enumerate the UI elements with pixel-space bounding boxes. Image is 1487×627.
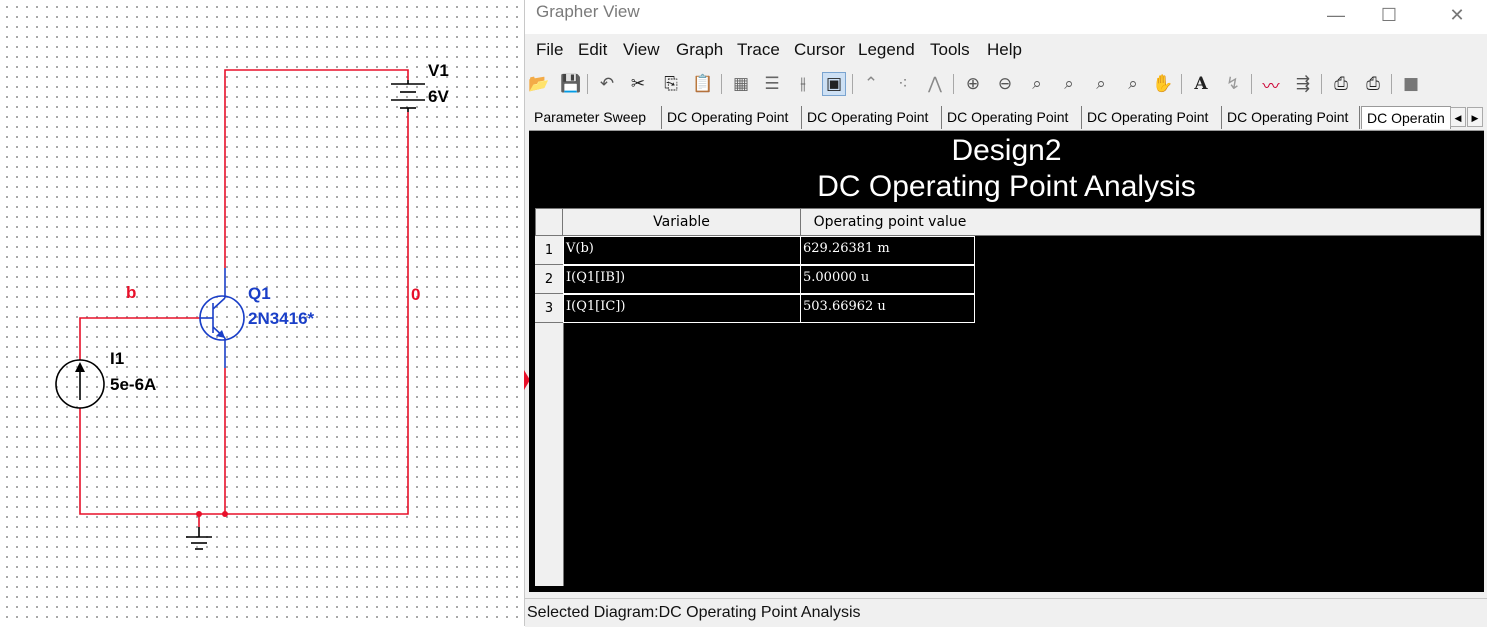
tab-dc-operating-point-2[interactable]: DC Operating Point <box>802 106 942 129</box>
row-header-column: 1 2 3 <box>535 236 564 586</box>
print-preview-icon[interactable]: ⎙ <box>1361 72 1385 96</box>
transistor-name: Q1 <box>248 284 271 303</box>
menu-legend[interactable]: Legend <box>858 40 915 60</box>
tab-dc-operating-point-4[interactable]: DC Operating Point <box>1082 106 1222 129</box>
source-name: I1 <box>110 349 125 368</box>
table-cell-value[interactable]: 5.00000 u <box>800 265 975 294</box>
title-bar[interactable]: Grapher View — ☐ ✕ <box>525 0 1487 34</box>
grapher-window: Grapher View — ☐ ✕ File Edit View Graph … <box>524 0 1487 627</box>
export-icon[interactable]: ⇶ <box>1291 72 1315 96</box>
battery-name: V1 <box>428 61 449 80</box>
row-number[interactable]: 1 <box>535 236 563 265</box>
maximize-button[interactable]: ☐ <box>1366 0 1412 30</box>
copy-icon[interactable]: ⎘ <box>659 72 683 96</box>
diagram-title: Design2 <box>951 134 1062 167</box>
print-icon[interactable]: ⎙ <box>1329 72 1353 96</box>
text-icon[interactable]: A <box>1189 72 1213 96</box>
cursor-icon[interactable]: ⫲ <box>791 72 815 96</box>
column-header-empty <box>979 208 1481 236</box>
zoom-x-icon[interactable]: ⌕ <box>1057 72 1081 96</box>
diagram-panel[interactable]: Design2 DC Operating Point Analysis Vari… <box>529 131 1484 592</box>
net-label-base: b <box>126 283 137 302</box>
label-icon[interactable]: ↯ <box>1221 72 1245 96</box>
menu-cursor[interactable]: Cursor <box>794 40 845 60</box>
wire-collector-top <box>224 69 409 268</box>
junction-dot <box>222 511 228 517</box>
status-text: Selected Diagram:DC Operating Point Anal… <box>527 604 861 621</box>
zoom-out-icon[interactable]: ⊖ <box>993 72 1017 96</box>
legend-icon[interactable]: ☰ <box>760 72 784 96</box>
grid-icon[interactable]: ▦ <box>729 72 753 96</box>
scatter-icon[interactable]: ⁖ <box>891 72 915 96</box>
tab-dc-operating-point-1[interactable]: DC Operating Point <box>662 106 802 129</box>
menu-edit[interactable]: Edit <box>578 40 607 60</box>
table-cell-value[interactable]: 629.26381 m <box>800 236 975 265</box>
battery-symbol <box>391 80 425 112</box>
line-icon[interactable]: ⌃ <box>859 72 883 96</box>
table-cell-variable[interactable]: V(b) <box>563 236 801 265</box>
cut-icon[interactable]: ✂ <box>626 72 650 96</box>
menu-help[interactable]: Help <box>987 40 1022 60</box>
toolbar: 📂 💾 ↶ ✂ ⎘ 📋 ▦ ☰ ⫲ ▣ ⌃ ⁖ ⋀ ⊕ ⊖ ⌕ ⌕ ⌕ ⌕ ✋ … <box>525 70 1487 98</box>
menu-graph[interactable]: Graph <box>676 40 723 60</box>
menu-trace[interactable]: Trace <box>737 40 780 60</box>
tab-dc-operating-point-5[interactable]: DC Operating Point <box>1222 106 1360 129</box>
current-arrow <box>75 362 85 372</box>
battery-value: 6V <box>428 87 449 106</box>
tab-scroll-right-icon[interactable]: ▶ <box>1467 107 1483 127</box>
tab-dc-operating-point-3[interactable]: DC Operating Point <box>942 106 1082 129</box>
close-button[interactable]: ✕ <box>1434 0 1480 30</box>
table-cell-variable[interactable]: I(Q1[IC]) <box>563 294 801 323</box>
column-header-value[interactable]: Operating point value <box>800 208 980 236</box>
zoom-area-icon[interactable]: ⌕ <box>1121 72 1145 96</box>
zoom-in-icon[interactable]: ⊕ <box>961 72 985 96</box>
menu-bar: File Edit View Graph Trace Cursor Legend… <box>525 37 1487 63</box>
source-value: 5e-6A <box>110 375 157 394</box>
menu-file[interactable]: File <box>536 40 563 60</box>
table-corner[interactable] <box>535 208 563 236</box>
transistor-model: 2N3416* <box>248 309 315 328</box>
wire-base <box>79 317 200 360</box>
paste-icon[interactable]: 📋 <box>691 72 715 96</box>
schematic-canvas[interactable]: V1 6V b 0 Q1 2N3416* I1 5e-6A <box>0 0 524 626</box>
overlay-icon[interactable]: ▣ <box>822 72 846 96</box>
table-cell-value[interactable]: 503.66962 u <box>800 294 975 323</box>
results-table[interactable]: Variable Operating point value 1 2 3 V(b… <box>535 208 1481 586</box>
pan-icon[interactable]: ✋ <box>1151 72 1175 96</box>
tab-scroll-left-icon[interactable]: ◀ <box>1450 107 1466 127</box>
row-number[interactable]: 3 <box>535 294 563 323</box>
column-header-variable[interactable]: Variable <box>562 208 801 236</box>
junction-dot <box>196 511 202 517</box>
diagram-subtitle: DC Operating Point Analysis <box>817 170 1196 203</box>
minimize-button[interactable]: — <box>1313 0 1359 30</box>
table-cell-variable[interactable]: I(Q1[IB]) <box>563 265 801 294</box>
line-points-icon[interactable]: ⋀ <box>923 72 947 96</box>
window-title: Grapher View <box>536 2 640 21</box>
tab-strip: Parameter Sweep DC Operating Point DC Op… <box>529 106 1484 131</box>
menu-tools[interactable]: Tools <box>930 40 970 60</box>
save-icon[interactable]: 💾 <box>559 72 583 96</box>
transistor-symbol <box>199 268 245 368</box>
trace-icon[interactable]: 〰 <box>1259 72 1283 97</box>
ground-symbol <box>186 527 212 550</box>
tab-dc-operating-point-active[interactable]: DC Operatin <box>1361 106 1451 129</box>
undo-icon[interactable]: ↶ <box>595 72 619 96</box>
stop-icon[interactable]: ■ <box>1399 72 1423 96</box>
wire-source-ground <box>79 408 225 515</box>
open-icon[interactable]: 📂 <box>527 72 551 96</box>
row-number[interactable]: 2 <box>535 265 563 294</box>
tab-parameter-sweep[interactable]: Parameter Sweep <box>529 106 662 129</box>
zoom-fit-icon[interactable]: ⌕ <box>1025 72 1049 96</box>
status-bar: Selected Diagram:DC Operating Point Anal… <box>525 598 1487 627</box>
zoom-y-icon[interactable]: ⌕ <box>1089 72 1113 96</box>
net-label-ground: 0 <box>411 285 421 304</box>
menu-view[interactable]: View <box>623 40 660 60</box>
